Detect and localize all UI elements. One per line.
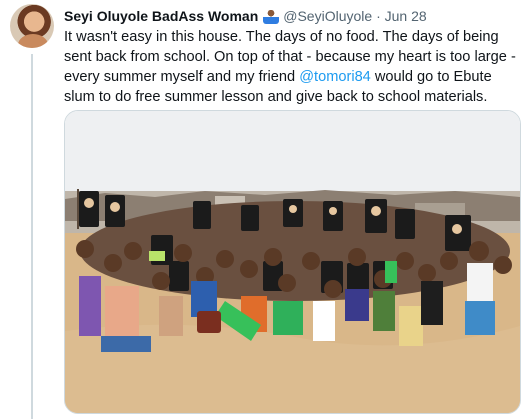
tweet-header: Seyi Oluyole BadAss Woman @SeyiOluyole · … bbox=[64, 7, 427, 25]
tweet-text: It wasn't easy in this house. The days o… bbox=[64, 27, 519, 107]
author-avatar[interactable] bbox=[10, 4, 54, 48]
tweet-date[interactable]: Jun 28 bbox=[385, 8, 427, 24]
author-name[interactable]: Seyi Oluyole BadAss Woman bbox=[64, 8, 258, 24]
avatar-shoulder bbox=[18, 34, 48, 48]
thread-line bbox=[31, 54, 33, 419]
photo-illustration bbox=[65, 111, 520, 413]
header-separator: · bbox=[376, 8, 381, 24]
mention-link[interactable]: @tomori84 bbox=[299, 69, 371, 85]
author-handle[interactable]: @SeyiOluyole bbox=[283, 8, 372, 24]
woman-teacher-emoji-icon bbox=[263, 8, 280, 24]
tweet-photo[interactable] bbox=[64, 110, 521, 414]
